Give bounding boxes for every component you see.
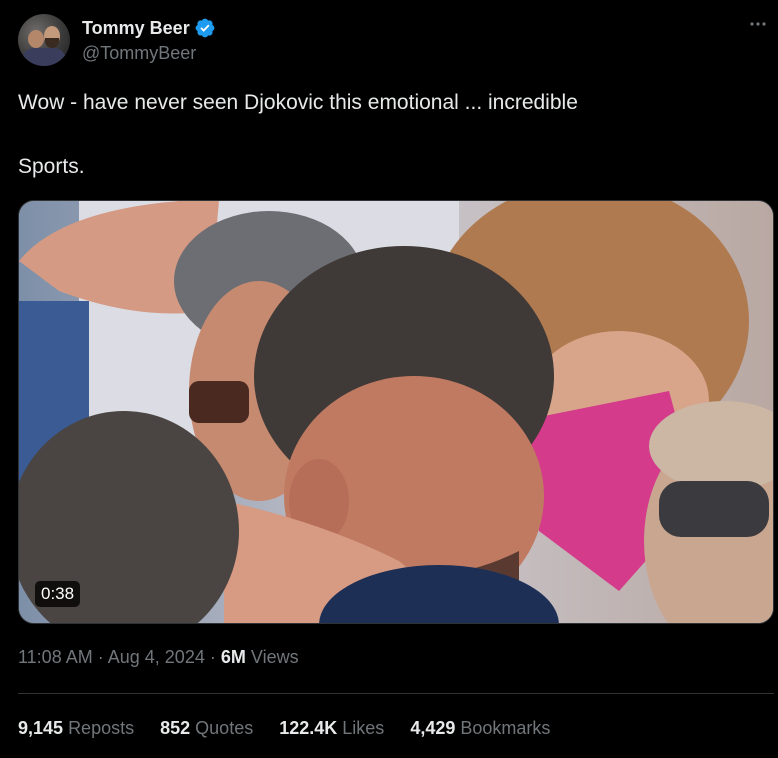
stat-value: 9,145 [18, 718, 64, 738]
stat-label: Likes [342, 718, 385, 738]
handle[interactable]: @TommyBeer [82, 43, 216, 64]
display-name[interactable]: Tommy Beer [82, 18, 190, 39]
divider [18, 693, 774, 694]
stat-value: 852 [160, 718, 191, 738]
engagement-stats: 9,145 Reposts 852 Quotes 122.4K Likes 4,… [18, 718, 576, 739]
bookmarks-stat[interactable]: 4,429 Bookmarks [410, 718, 550, 739]
avatar[interactable] [18, 14, 70, 66]
stat-label: Reposts [68, 718, 135, 738]
tweet-time[interactable]: 11:08 AM [18, 647, 93, 667]
stat-label: Quotes [195, 718, 254, 738]
stat-label: Bookmarks [460, 718, 551, 738]
stat-value: 122.4K [279, 718, 338, 738]
quotes-stat[interactable]: 852 Quotes [160, 718, 253, 739]
meta-separator: · [97, 647, 104, 667]
tweet-text: Wow - have never seen Djokovic this emot… [18, 90, 758, 180]
views-label: Views [250, 647, 299, 667]
tweet-text-line: Wow - have never seen Djokovic this emot… [18, 91, 578, 114]
tweet-text-line: Sports. [18, 155, 85, 178]
views-count: 6M [220, 647, 246, 667]
reposts-stat[interactable]: 9,145 Reposts [18, 718, 134, 739]
tweet-header: Tommy Beer @TommyBeer [18, 14, 770, 68]
tweet-meta: 11:08 AM · Aug 4, 2024 · 6M Views [18, 647, 299, 668]
verified-badge-icon[interactable] [194, 17, 216, 39]
stat-value: 4,429 [410, 718, 456, 738]
likes-stat[interactable]: 122.4K Likes [279, 718, 384, 739]
author-info: Tommy Beer @TommyBeer [82, 16, 216, 64]
meta-separator: · [209, 647, 216, 667]
video-player[interactable]: 0:38 [18, 200, 774, 624]
video-duration: 0:38 [35, 581, 81, 607]
tweet-date[interactable]: Aug 4, 2024 [108, 647, 205, 667]
video-frame [19, 201, 773, 623]
name-row: Tommy Beer [82, 16, 216, 40]
more-horizontal-icon[interactable] [746, 14, 770, 34]
